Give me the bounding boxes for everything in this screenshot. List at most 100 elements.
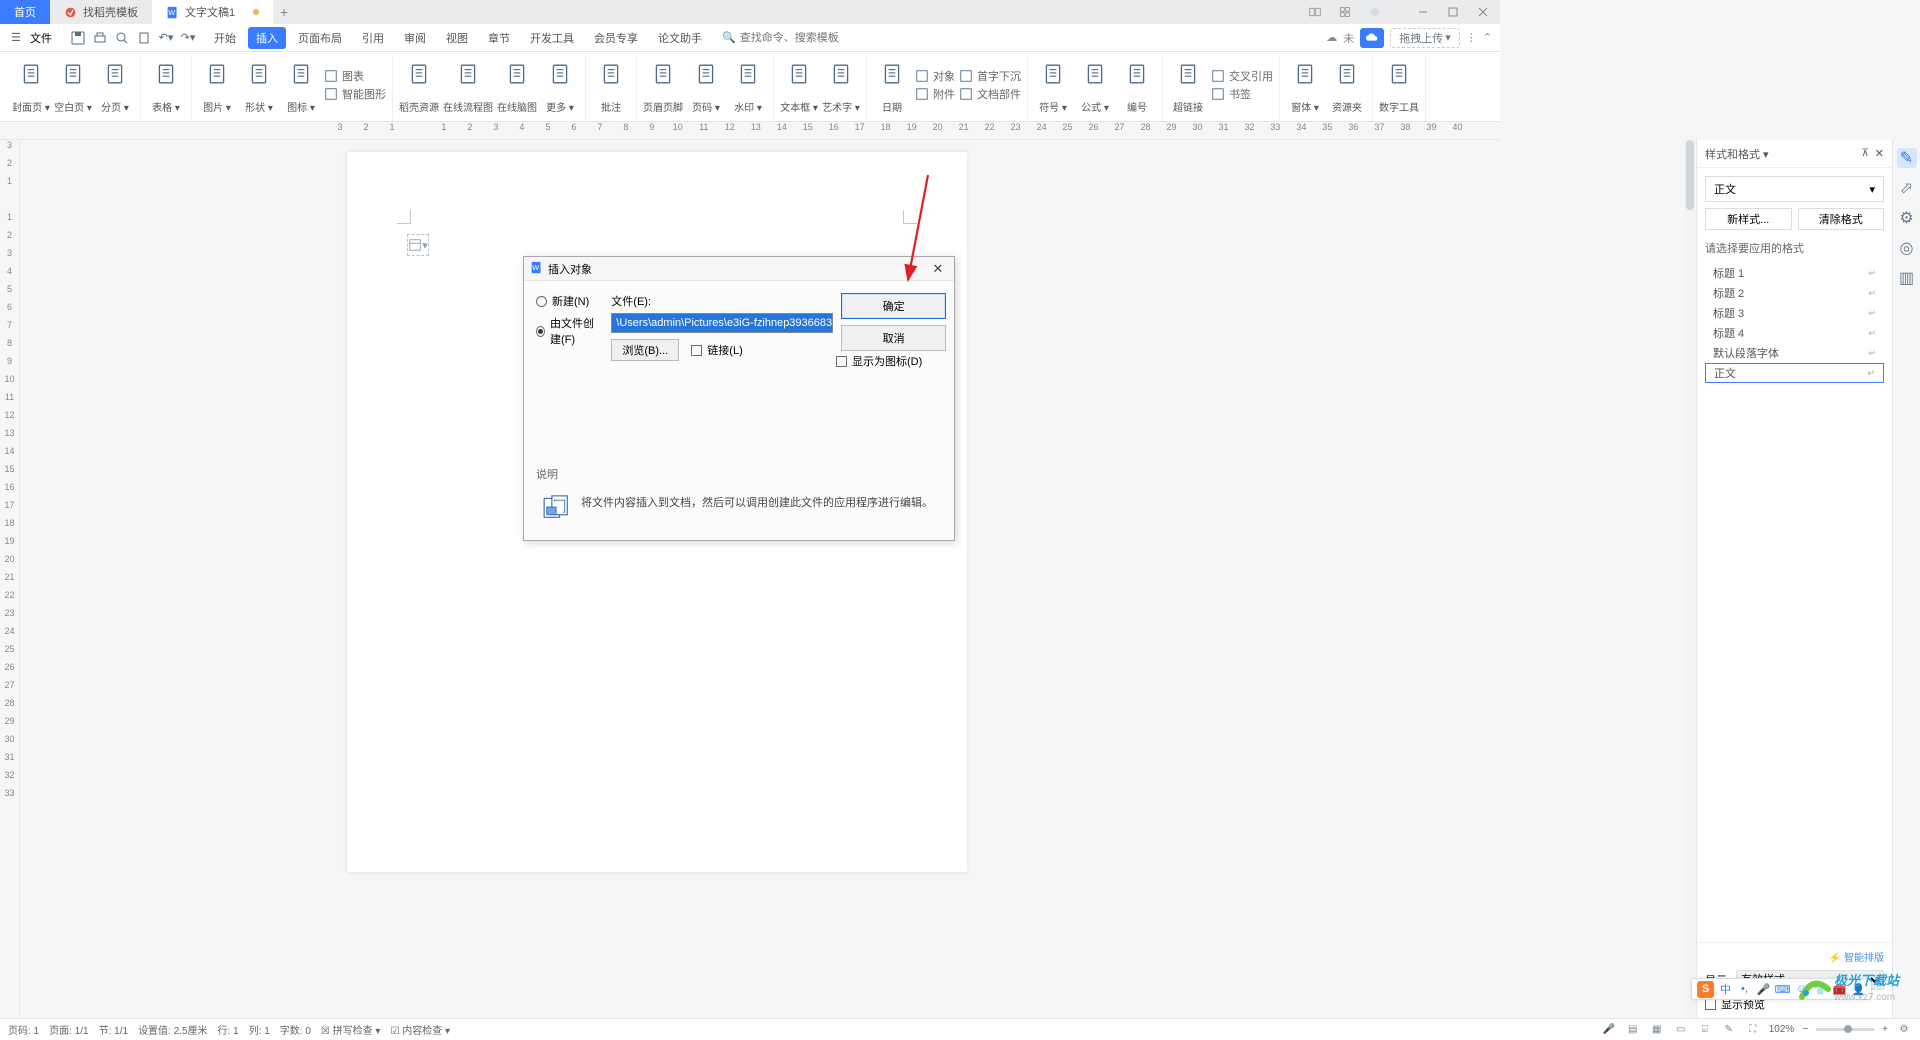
close-panel-icon[interactable]: ✕ (1875, 147, 1884, 160)
hamburger-icon[interactable]: ☰ (8, 30, 24, 46)
ribbon-页码[interactable]: 页码 ▾ (687, 56, 725, 114)
new-style-button[interactable]: 新样式... (1705, 208, 1792, 230)
smart-layout-link[interactable]: ⚡ 智能排版 (1705, 949, 1884, 964)
pin-icon[interactable]: ⊼ (1861, 148, 1868, 159)
tab-home[interactable]: 首页 (0, 0, 50, 24)
highlight-icon[interactable]: ✎ (1721, 1022, 1737, 1038)
tab-document[interactable]: W 文字文稿1 (152, 0, 273, 24)
search-input[interactable] (740, 32, 890, 44)
zoom-value[interactable]: 102% (1769, 1024, 1795, 1035)
ribbon-日期[interactable]: 日期 (873, 56, 911, 114)
zoom-slider[interactable] (1816, 1028, 1874, 1031)
ribbon-页眉页脚[interactable]: 页眉页脚 (643, 56, 683, 114)
ribbon-符号[interactable]: 符号 ▾ (1034, 56, 1072, 114)
ribbon-水印[interactable]: 水印 ▾ (729, 56, 767, 114)
cancel-button[interactable]: 取消 (841, 325, 946, 351)
status-spellcheck[interactable]: ☒ 拼写检查 ▾ (321, 1022, 381, 1037)
ribbon-超链接[interactable]: 超链接 (1169, 56, 1207, 114)
view-outline-icon[interactable]: ▭ (1673, 1022, 1689, 1038)
redo-icon[interactable]: ↷▾ (180, 30, 196, 46)
style-item[interactable]: 默认段落字体↵ (1705, 343, 1884, 363)
ime-punct-icon[interactable]: •, (1737, 982, 1752, 997)
ribbon-文本框[interactable]: 文本框 ▾ (780, 56, 818, 114)
close-button[interactable] (1472, 3, 1494, 21)
ribbon-封面页[interactable]: 封面页 ▾ (12, 56, 50, 114)
ribbon-形状[interactable]: 形状 ▾ (240, 56, 278, 114)
ribbon-空白页[interactable]: 空白页 ▾ (54, 56, 92, 114)
fit-icon[interactable]: ⛶ (1745, 1022, 1761, 1038)
ribbon-智能图形[interactable]: 智能图形 (324, 86, 386, 102)
view-read-icon[interactable]: ⌸ (1697, 1022, 1713, 1038)
view-web-icon[interactable]: ▤ (1625, 1022, 1641, 1038)
drag-upload-button[interactable]: 拖拽上传▾ (1390, 28, 1460, 48)
file-menu[interactable]: 文件 (30, 30, 52, 46)
print-icon[interactable] (92, 30, 108, 46)
tab-templates[interactable]: 找稻壳模板 (50, 0, 152, 24)
ribbon-分页[interactable]: 分页 ▾ (96, 56, 134, 114)
ribbon-稻壳资源[interactable]: 稻壳资源 (399, 56, 439, 114)
cloud-button[interactable] (1360, 28, 1384, 48)
show-as-icon-checkbox[interactable]: 显示为图标(D) (836, 353, 922, 369)
menu-视图[interactable]: 视图 (438, 27, 476, 49)
ribbon-艺术字[interactable]: 艺术字 ▾ (822, 56, 860, 114)
aim-tool-icon[interactable]: ◎ (1897, 238, 1917, 258)
tab-add[interactable]: + (273, 4, 295, 20)
ribbon-批注[interactable]: 批注 (592, 56, 630, 114)
layers-tool-icon[interactable]: ▥ (1897, 268, 1917, 288)
view-print-icon[interactable]: ▦ (1649, 1022, 1665, 1038)
skin-icon[interactable] (1364, 3, 1386, 21)
ribbon-编号[interactable]: 编号 (1118, 56, 1156, 114)
menu-引用[interactable]: 引用 (354, 27, 392, 49)
radio-new[interactable]: 新建(N) (536, 293, 603, 309)
ribbon-对象[interactable]: 对象 (915, 68, 955, 84)
preview-icon[interactable] (114, 30, 130, 46)
status-contentcheck[interactable]: ☑ 内容检查 ▾ (390, 1022, 450, 1037)
minimize-button[interactable] (1412, 3, 1434, 21)
settings-tool-icon[interactable]: ⚙ (1897, 208, 1917, 228)
ribbon-交叉引用[interactable]: 交叉引用 (1211, 68, 1273, 84)
ribbon-数字工具[interactable]: 数字工具 (1379, 56, 1419, 114)
grid-icon[interactable] (1334, 3, 1356, 21)
select-tool-icon[interactable]: ⬀ (1897, 178, 1917, 198)
expand-settings-icon[interactable]: ⚙ (1896, 1022, 1912, 1038)
voice-status-icon[interactable]: 🎤 (1601, 1022, 1617, 1038)
ribbon-书签[interactable]: 书签 (1211, 86, 1273, 102)
ribbon-在线流程图[interactable]: 在线流程图 (443, 56, 493, 114)
ribbon-附件[interactable]: 附件 (915, 86, 955, 102)
ribbon-公式[interactable]: 公式 ▾ (1076, 56, 1114, 114)
menu-论文助手[interactable]: 论文助手 (650, 27, 710, 49)
ok-button[interactable]: 确定 (841, 293, 946, 319)
dialog-close-button[interactable]: ✕ (928, 259, 948, 279)
ribbon-文档部件[interactable]: 文档部件 (959, 86, 1021, 102)
maximize-button[interactable] (1442, 3, 1464, 21)
ribbon-首字下沉[interactable]: 首字下沉 (959, 68, 1021, 84)
pencil-tool-icon[interactable]: ✎ (1897, 148, 1917, 168)
menu-会员专享[interactable]: 会员专享 (586, 27, 646, 49)
link-checkbox[interactable]: 链接(L) (691, 342, 742, 358)
more-vertical-icon[interactable]: ⋮ (1466, 31, 1477, 44)
save-icon[interactable] (70, 30, 86, 46)
vertical-scrollbar[interactable] (1684, 140, 1696, 1018)
menu-页面布局[interactable]: 页面布局 (290, 27, 350, 49)
zoom-in-icon[interactable]: + (1882, 1024, 1888, 1035)
menu-开始[interactable]: 开始 (206, 27, 244, 49)
ime-lang[interactable]: 中 (1718, 982, 1733, 997)
ribbon-窗体[interactable]: 窗体 ▾ (1286, 56, 1324, 114)
menu-审阅[interactable]: 审阅 (396, 27, 434, 49)
ribbon-表格[interactable]: 表格 ▾ (147, 56, 185, 114)
zoom-out-icon[interactable]: − (1802, 1024, 1808, 1035)
menu-插入[interactable]: 插入 (248, 27, 286, 49)
browse-button[interactable]: 浏览(B)... (611, 339, 679, 361)
style-item[interactable]: 标题 1↵ (1705, 263, 1884, 283)
style-item[interactable]: 标题 3↵ (1705, 303, 1884, 323)
clear-format-button[interactable]: 清除格式 (1798, 208, 1885, 230)
current-style-selector[interactable]: 正文▾ (1705, 176, 1884, 202)
cloud-sync-icon[interactable]: ☁ (1326, 31, 1337, 44)
ribbon-图片[interactable]: 图片 ▾ (198, 56, 236, 114)
radio-from-file[interactable]: 由文件创建(F) (536, 315, 603, 347)
style-item[interactable]: 正文↵ (1705, 363, 1884, 383)
menu-章节[interactable]: 章节 (480, 27, 518, 49)
ime-mic-icon[interactable]: 🎤 (1756, 982, 1771, 997)
file-path-input[interactable]: \Users\admin\Pictures\e3iG-fzihnep393668… (611, 313, 833, 333)
ime-keyboard-icon[interactable]: ⌨ (1775, 982, 1790, 997)
